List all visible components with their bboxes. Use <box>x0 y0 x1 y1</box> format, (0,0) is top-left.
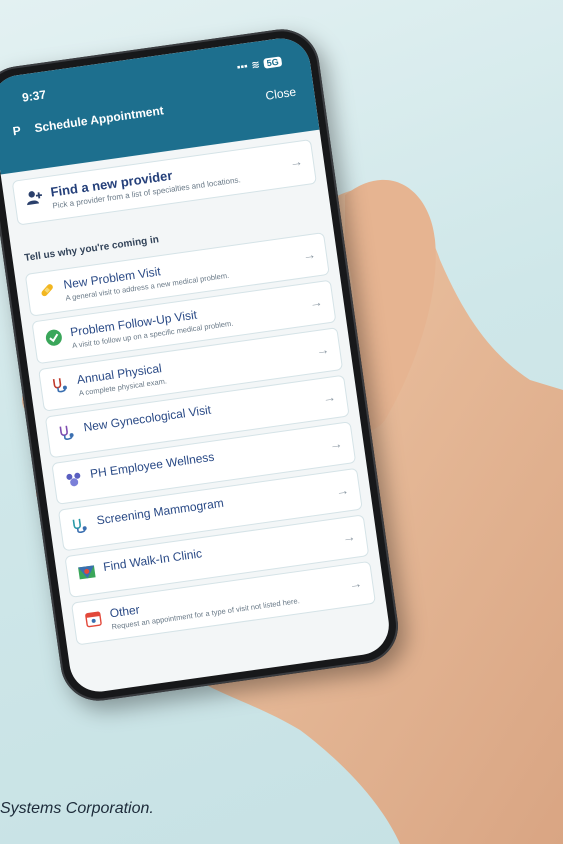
stethoscope-icon <box>59 425 74 440</box>
arrow-right-icon: → <box>347 574 363 592</box>
caption: Systems Corporation. <box>0 800 154 817</box>
close-button[interactable]: Close <box>265 85 297 103</box>
content: Find a new provider Pick a provider from… <box>1 130 387 655</box>
battery-icon: 5G <box>263 56 283 69</box>
arrow-right-icon: → <box>321 388 337 406</box>
stethoscope-icon <box>72 518 87 533</box>
arrow-right-icon: → <box>301 246 317 263</box>
wifi-icon: ≋ <box>250 58 261 71</box>
bandage-icon <box>41 283 53 296</box>
map-icon <box>78 564 96 580</box>
arrow-right-icon: → <box>334 481 350 499</box>
arrow-right-icon: → <box>288 153 304 171</box>
stethoscope-icon <box>52 377 67 393</box>
add-person-icon <box>27 191 43 206</box>
check-circle-icon <box>45 329 62 346</box>
visit-type-list: New Problem Visit A general visit to add… <box>24 231 376 646</box>
status-time: 9:37 <box>21 87 47 105</box>
arrow-right-icon: → <box>308 293 324 311</box>
calendar-icon <box>85 611 102 627</box>
page-title: Schedule Appointment <box>33 103 165 136</box>
header-initial: P <box>11 123 22 139</box>
arrow-right-icon: → <box>328 435 344 452</box>
arrow-right-icon: → <box>341 528 357 545</box>
arrow-right-icon: → <box>315 341 331 358</box>
signal-icon: ▪▪▪ <box>236 60 249 74</box>
wellness-icon <box>66 472 81 486</box>
